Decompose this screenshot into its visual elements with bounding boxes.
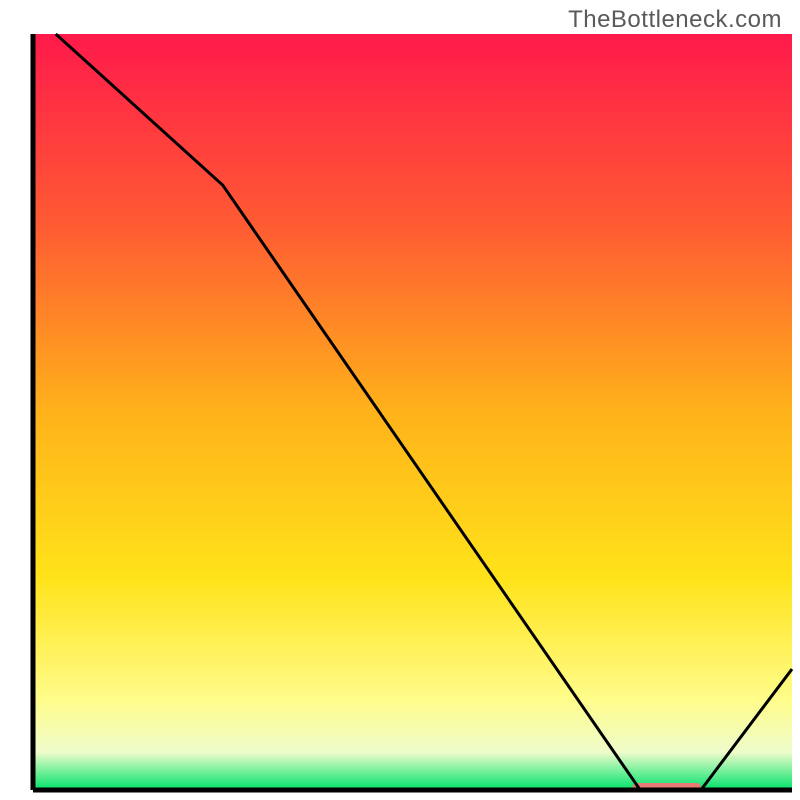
chart-container: TheBottleneck.com <box>0 0 800 800</box>
chart-svg <box>0 0 800 800</box>
plot-background <box>33 34 792 790</box>
